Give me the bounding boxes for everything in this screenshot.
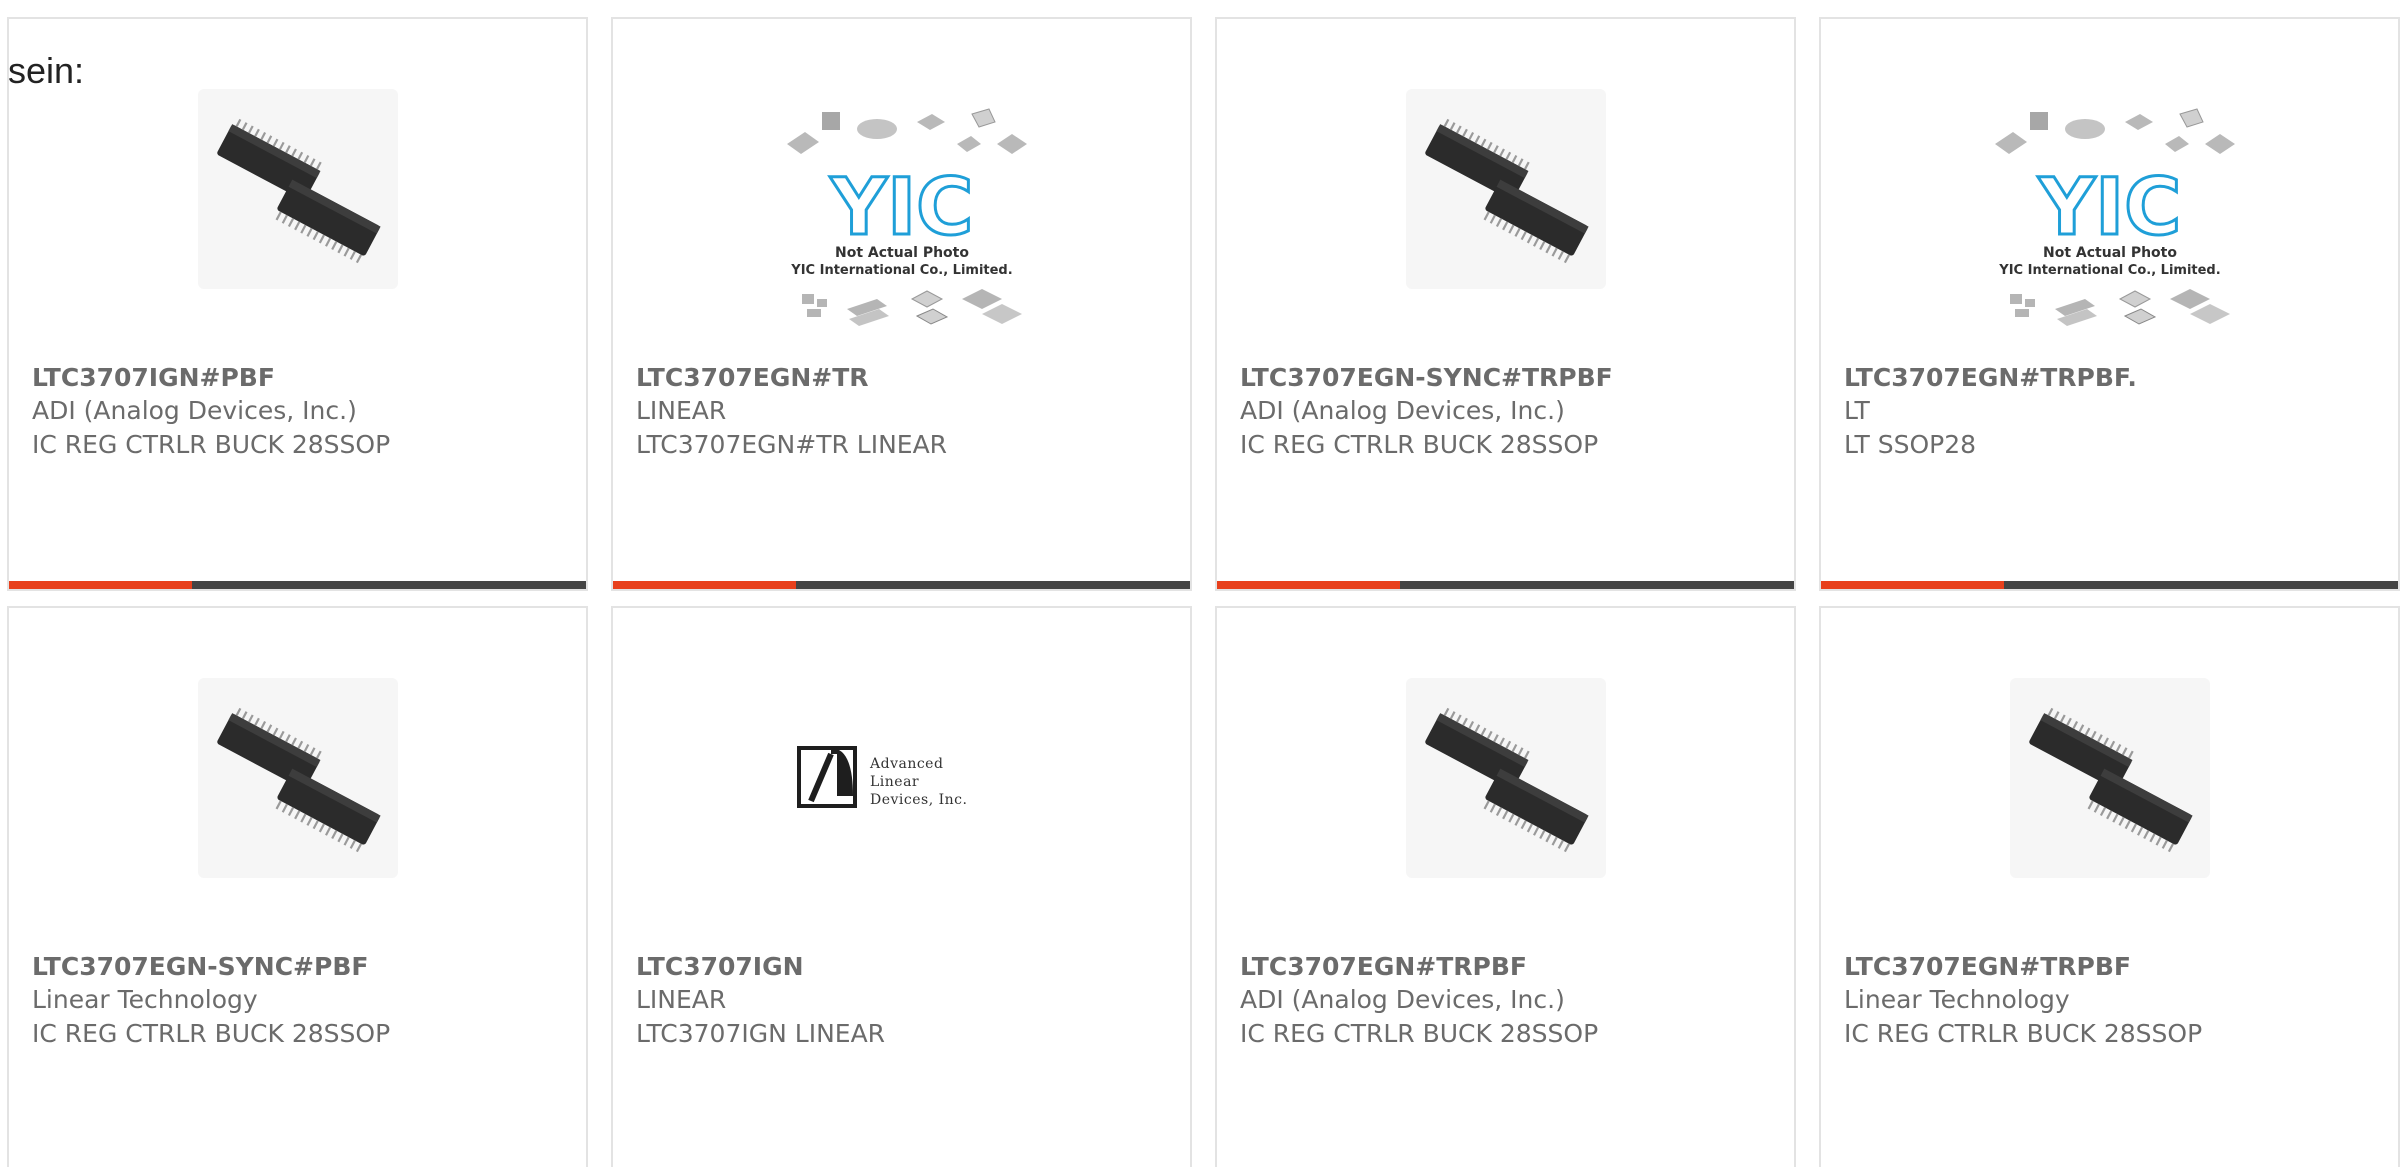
lead-text: sein: (8, 50, 85, 91)
part-number-link[interactable]: LTC3707EGN-SYNC#TRPBF (1240, 361, 1784, 394)
part-number-link[interactable]: LTC3707EGN-SYNC#PBF (32, 950, 576, 983)
ald-line-1: Advanced (869, 756, 943, 772)
manufacturer-name: Linear Technology (32, 985, 258, 1014)
manufacturer-name: ADI (Analog Devices, Inc.) (32, 396, 357, 425)
ic-chip-icon (2028, 707, 2193, 853)
placeholder-caption: Not Actual Photo (835, 245, 969, 261)
card-footer-bar (613, 581, 1190, 589)
placeholder-company: YIC International Co., Limited. (790, 263, 1012, 278)
card-footer-accent (1821, 581, 2004, 589)
product-description: IC REG CTRLR BUCK 28SSOP (1240, 1019, 1599, 1048)
card-footer-accent (1217, 581, 1400, 589)
product-description: IC REG CTRLR BUCK 28SSOP (32, 1019, 391, 1048)
product-grid: LTC3707IGN#PBF ADI (Analog Devices, Inc.… (7, 17, 2400, 1167)
manufacturer-name: LINEAR (636, 396, 727, 425)
card-footer-accent (613, 581, 796, 589)
manufacturer-name: ADI (Analog Devices, Inc.) (1240, 396, 1565, 425)
product-image[interactable] (2009, 678, 2210, 878)
ald-line-2: Linear (870, 774, 919, 790)
card-footer-bar (1821, 581, 2398, 589)
product-image[interactable] (1405, 678, 1606, 878)
yic-logo-text: YIC (2037, 163, 2181, 253)
product-image[interactable] (197, 89, 398, 289)
ic-chip-icon (216, 707, 381, 853)
yic-placeholder-icon: YIC Not Actual Photo YIC International C… (1994, 108, 2235, 326)
product-card[interactable]: LTC3707EGN#TRPBF Linear Technology IC RE… (1819, 606, 2400, 1167)
product-image[interactable]: YIC Not Actual Photo YIC International C… (767, 104, 1037, 334)
manufacturer-name: ADI (Analog Devices, Inc.) (1240, 985, 1565, 1014)
product-card[interactable]: LTC3707EGN-SYNC#TRPBF ADI (Analog Device… (1215, 17, 1796, 591)
manufacturer-name: LT (1844, 396, 1870, 425)
part-number-link[interactable]: LTC3707IGN (636, 950, 1180, 983)
card-footer-bar (1217, 581, 1794, 589)
yic-placeholder-icon: YIC Not Actual Photo YIC International C… (786, 108, 1027, 326)
card-footer-bar (9, 581, 586, 589)
product-image[interactable] (197, 678, 398, 878)
ald-logo-icon: Advanced Linear Devices, Inc. (796, 746, 967, 808)
product-description: LTC3707IGN LINEAR (636, 1019, 886, 1048)
part-number-link[interactable]: LTC3707IGN#PBF (32, 361, 576, 394)
product-card[interactable]: Advanced Linear Devices, Inc. LTC3707IGN… (611, 606, 1192, 1167)
product-card[interactable]: YIC Not Actual Photo YIC International C… (611, 17, 1192, 591)
placeholder-caption: Not Actual Photo (2043, 245, 2177, 261)
part-number-link[interactable]: LTC3707EGN#TRPBF. (1844, 361, 2388, 394)
part-number-link[interactable]: LTC3707EGN#TRPBF (1240, 950, 1784, 983)
ic-chip-icon (216, 118, 381, 264)
ic-chip-icon (1424, 707, 1589, 853)
product-description: IC REG CTRLR BUCK 28SSOP (1240, 430, 1599, 459)
yic-logo-text: YIC (829, 163, 973, 253)
manufacturer-name: LINEAR (636, 985, 727, 1014)
product-image[interactable]: Advanced Linear Devices, Inc. (796, 678, 1007, 878)
product-card[interactable]: YIC Not Actual Photo YIC International C… (1819, 17, 2400, 591)
product-card[interactable]: LTC3707EGN-SYNC#PBF Linear Technology IC… (7, 606, 588, 1167)
product-description: IC REG CTRLR BUCK 28SSOP (32, 430, 391, 459)
page: sein: LTC3707IGN#PBF ADI (Analog Devices… (0, 0, 2400, 1167)
product-image[interactable]: YIC Not Actual Photo YIC International C… (1975, 104, 2245, 334)
ic-chip-icon (1424, 118, 1589, 264)
product-description: LTC3707EGN#TR LINEAR (636, 430, 948, 459)
ald-line-3: Devices, Inc. (870, 792, 967, 808)
product-description: IC REG CTRLR BUCK 28SSOP (1844, 1019, 2203, 1048)
part-number-link[interactable]: LTC3707EGN#TRPBF (1844, 950, 2388, 983)
product-image[interactable] (1405, 89, 1606, 289)
product-description: LT SSOP28 (1844, 430, 1977, 459)
card-footer-accent (9, 581, 192, 589)
part-number-link[interactable]: LTC3707EGN#TR (636, 361, 1180, 394)
product-card[interactable]: LTC3707EGN#TRPBF ADI (Analog Devices, In… (1215, 606, 1796, 1167)
manufacturer-name: Linear Technology (1844, 985, 2070, 1014)
product-card[interactable]: LTC3707IGN#PBF ADI (Analog Devices, Inc.… (7, 17, 588, 591)
placeholder-company: YIC International Co., Limited. (1998, 263, 2220, 278)
